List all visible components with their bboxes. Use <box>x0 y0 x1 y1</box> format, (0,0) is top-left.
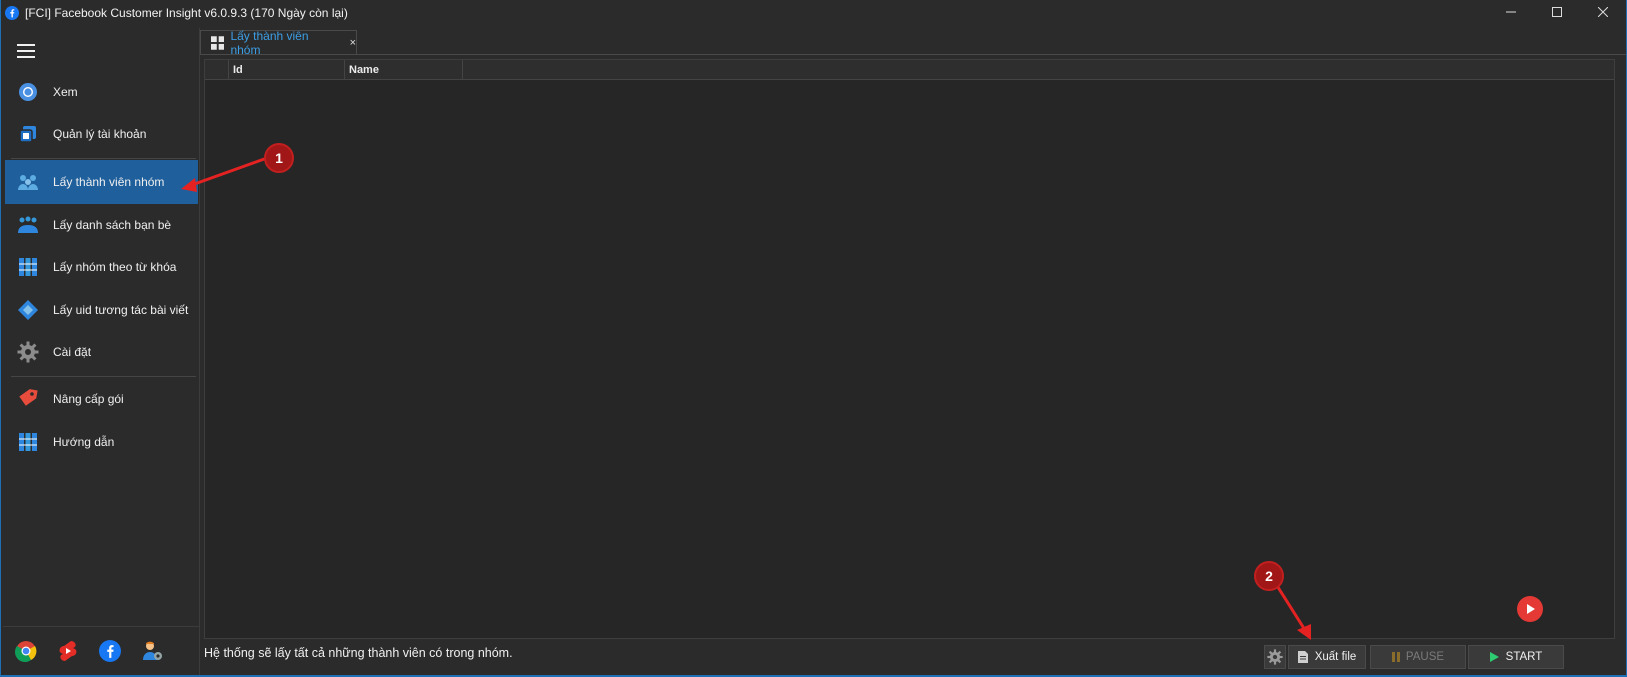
grid-icon <box>211 35 225 50</box>
friends-list-icon <box>17 214 39 236</box>
app-window: [FCI] Facebook Customer Insight v6.0.9.3… <box>0 0 1627 677</box>
tab-bar: Lấy thành viên nhóm × <box>200 28 1626 57</box>
minimize-icon <box>1506 11 1516 13</box>
export-label: Xuất file <box>1314 651 1357 663</box>
sidebar-item-friends-list[interactable]: Lấy danh sách bạn bè <box>5 203 198 247</box>
main-content: Id Name Hệ thống sẽ lấy tất cả những thà… <box>200 54 1626 675</box>
group-members-icon <box>17 171 39 193</box>
sidebar-item-account-manage[interactable]: Quản lý tài khoản <box>5 112 198 156</box>
start-label: START <box>1505 651 1543 663</box>
title-bar: [FCI] Facebook Customer Insight v6.0.9.3… <box>1 0 1626 26</box>
window-controls <box>1488 0 1626 26</box>
sidebar-item-group-members[interactable]: Lấy thành viên nhóm <box>5 160 198 204</box>
settings-button[interactable] <box>1264 645 1286 669</box>
gear-icon <box>1267 649 1283 665</box>
export-file-button[interactable]: Xuất file <box>1288 645 1366 669</box>
column-header-id[interactable]: Id <box>229 60 345 80</box>
sidebar-item-label: Nâng cấp gói <box>53 392 124 406</box>
pause-label: PAUSE <box>1405 651 1445 663</box>
guide-icon <box>17 431 39 453</box>
keyword-groups-icon <box>17 256 39 278</box>
status-message: Hệ thống sẽ lấy tất cả những thành viên … <box>204 646 513 660</box>
pause-icon <box>1391 652 1400 662</box>
sidebar-item-xem[interactable]: Xem <box>5 70 198 114</box>
maximize-icon <box>1552 7 1562 17</box>
sidebar-item-label: Lấy nhóm theo từ khóa <box>53 260 177 274</box>
sidebar-item-guide[interactable]: Hướng dẫn <box>5 420 198 464</box>
column-header-name[interactable]: Name <box>345 60 463 80</box>
account-manage-icon <box>17 123 39 145</box>
facebook-icon <box>5 6 19 20</box>
sidebar-item-label: Lấy danh sách bạn bè <box>53 218 172 232</box>
sidebar-item-upgrade[interactable]: Nâng cấp gói <box>5 377 198 421</box>
play-video-button[interactable] <box>1517 596 1543 622</box>
hamburger-menu-icon[interactable] <box>17 44 35 58</box>
file-icon <box>1297 651 1308 663</box>
sidebar-item-label: Xem <box>53 85 78 99</box>
grid-header: Id Name <box>205 60 1614 80</box>
start-button[interactable]: START <box>1468 645 1564 669</box>
sidebar-item-label: Hướng dẫn <box>53 435 115 449</box>
sidebar-item-keyword-groups[interactable]: Lấy nhóm theo từ khóa <box>5 245 198 289</box>
gear-icon <box>17 341 39 363</box>
sidebar-bottom-icons <box>3 626 200 674</box>
maximize-button[interactable] <box>1534 0 1580 24</box>
support-agent-icon[interactable] <box>141 640 163 662</box>
upgrade-tag-icon <box>17 388 39 410</box>
sidebar-item-label: Lấy thành viên nhóm <box>53 175 165 189</box>
sidebar-item-label: Quản lý tài khoản <box>53 127 147 141</box>
close-window-button[interactable] <box>1580 0 1626 24</box>
annotation-marker-1: 1 <box>264 143 294 173</box>
sidebar: Xem Quản lý tài khoản Lấy thành viên nhó… <box>3 28 200 675</box>
minimize-button[interactable] <box>1488 0 1534 24</box>
sidebar-item-label: Cài đặt <box>53 345 92 359</box>
row-header-column[interactable] <box>205 60 229 80</box>
tab-close-icon[interactable]: × <box>350 37 356 49</box>
facebook-icon[interactable] <box>99 639 121 662</box>
chrome-icon <box>17 81 39 103</box>
annotation-marker-2: 2 <box>1254 561 1284 591</box>
play-icon <box>1489 652 1499 662</box>
post-interaction-icon <box>17 299 39 321</box>
youtube-shorts-icon[interactable] <box>57 640 79 662</box>
members-grid[interactable]: Id Name <box>204 59 1615 639</box>
tab-label: Lấy thành viên nhóm <box>230 28 309 57</box>
window-title: [FCI] Facebook Customer Insight v6.0.9.3… <box>25 6 348 20</box>
close-icon <box>1598 7 1608 17</box>
sidebar-item-post-interaction[interactable]: Lấy uid tương tác bài viết <box>5 288 198 332</box>
sidebar-divider <box>11 158 196 159</box>
tab-group-members[interactable]: Lấy thành viên nhóm × <box>200 28 357 57</box>
play-icon <box>1527 604 1535 614</box>
chrome-icon[interactable] <box>15 640 37 662</box>
sidebar-item-settings[interactable]: Cài đặt <box>5 330 198 374</box>
sidebar-item-label: Lấy uid tương tác bài viết <box>53 303 189 317</box>
pause-button[interactable]: PAUSE <box>1370 645 1466 669</box>
